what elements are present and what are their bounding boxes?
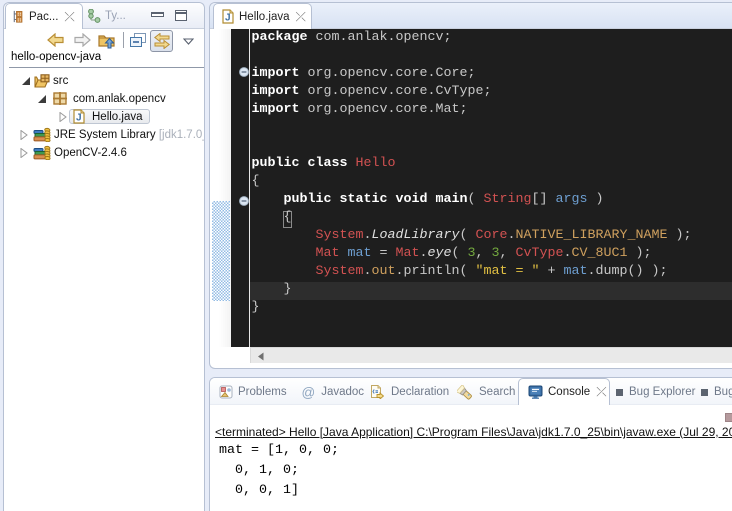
svg-text:J: J xyxy=(225,13,231,24)
svg-text:J: J xyxy=(76,113,82,124)
